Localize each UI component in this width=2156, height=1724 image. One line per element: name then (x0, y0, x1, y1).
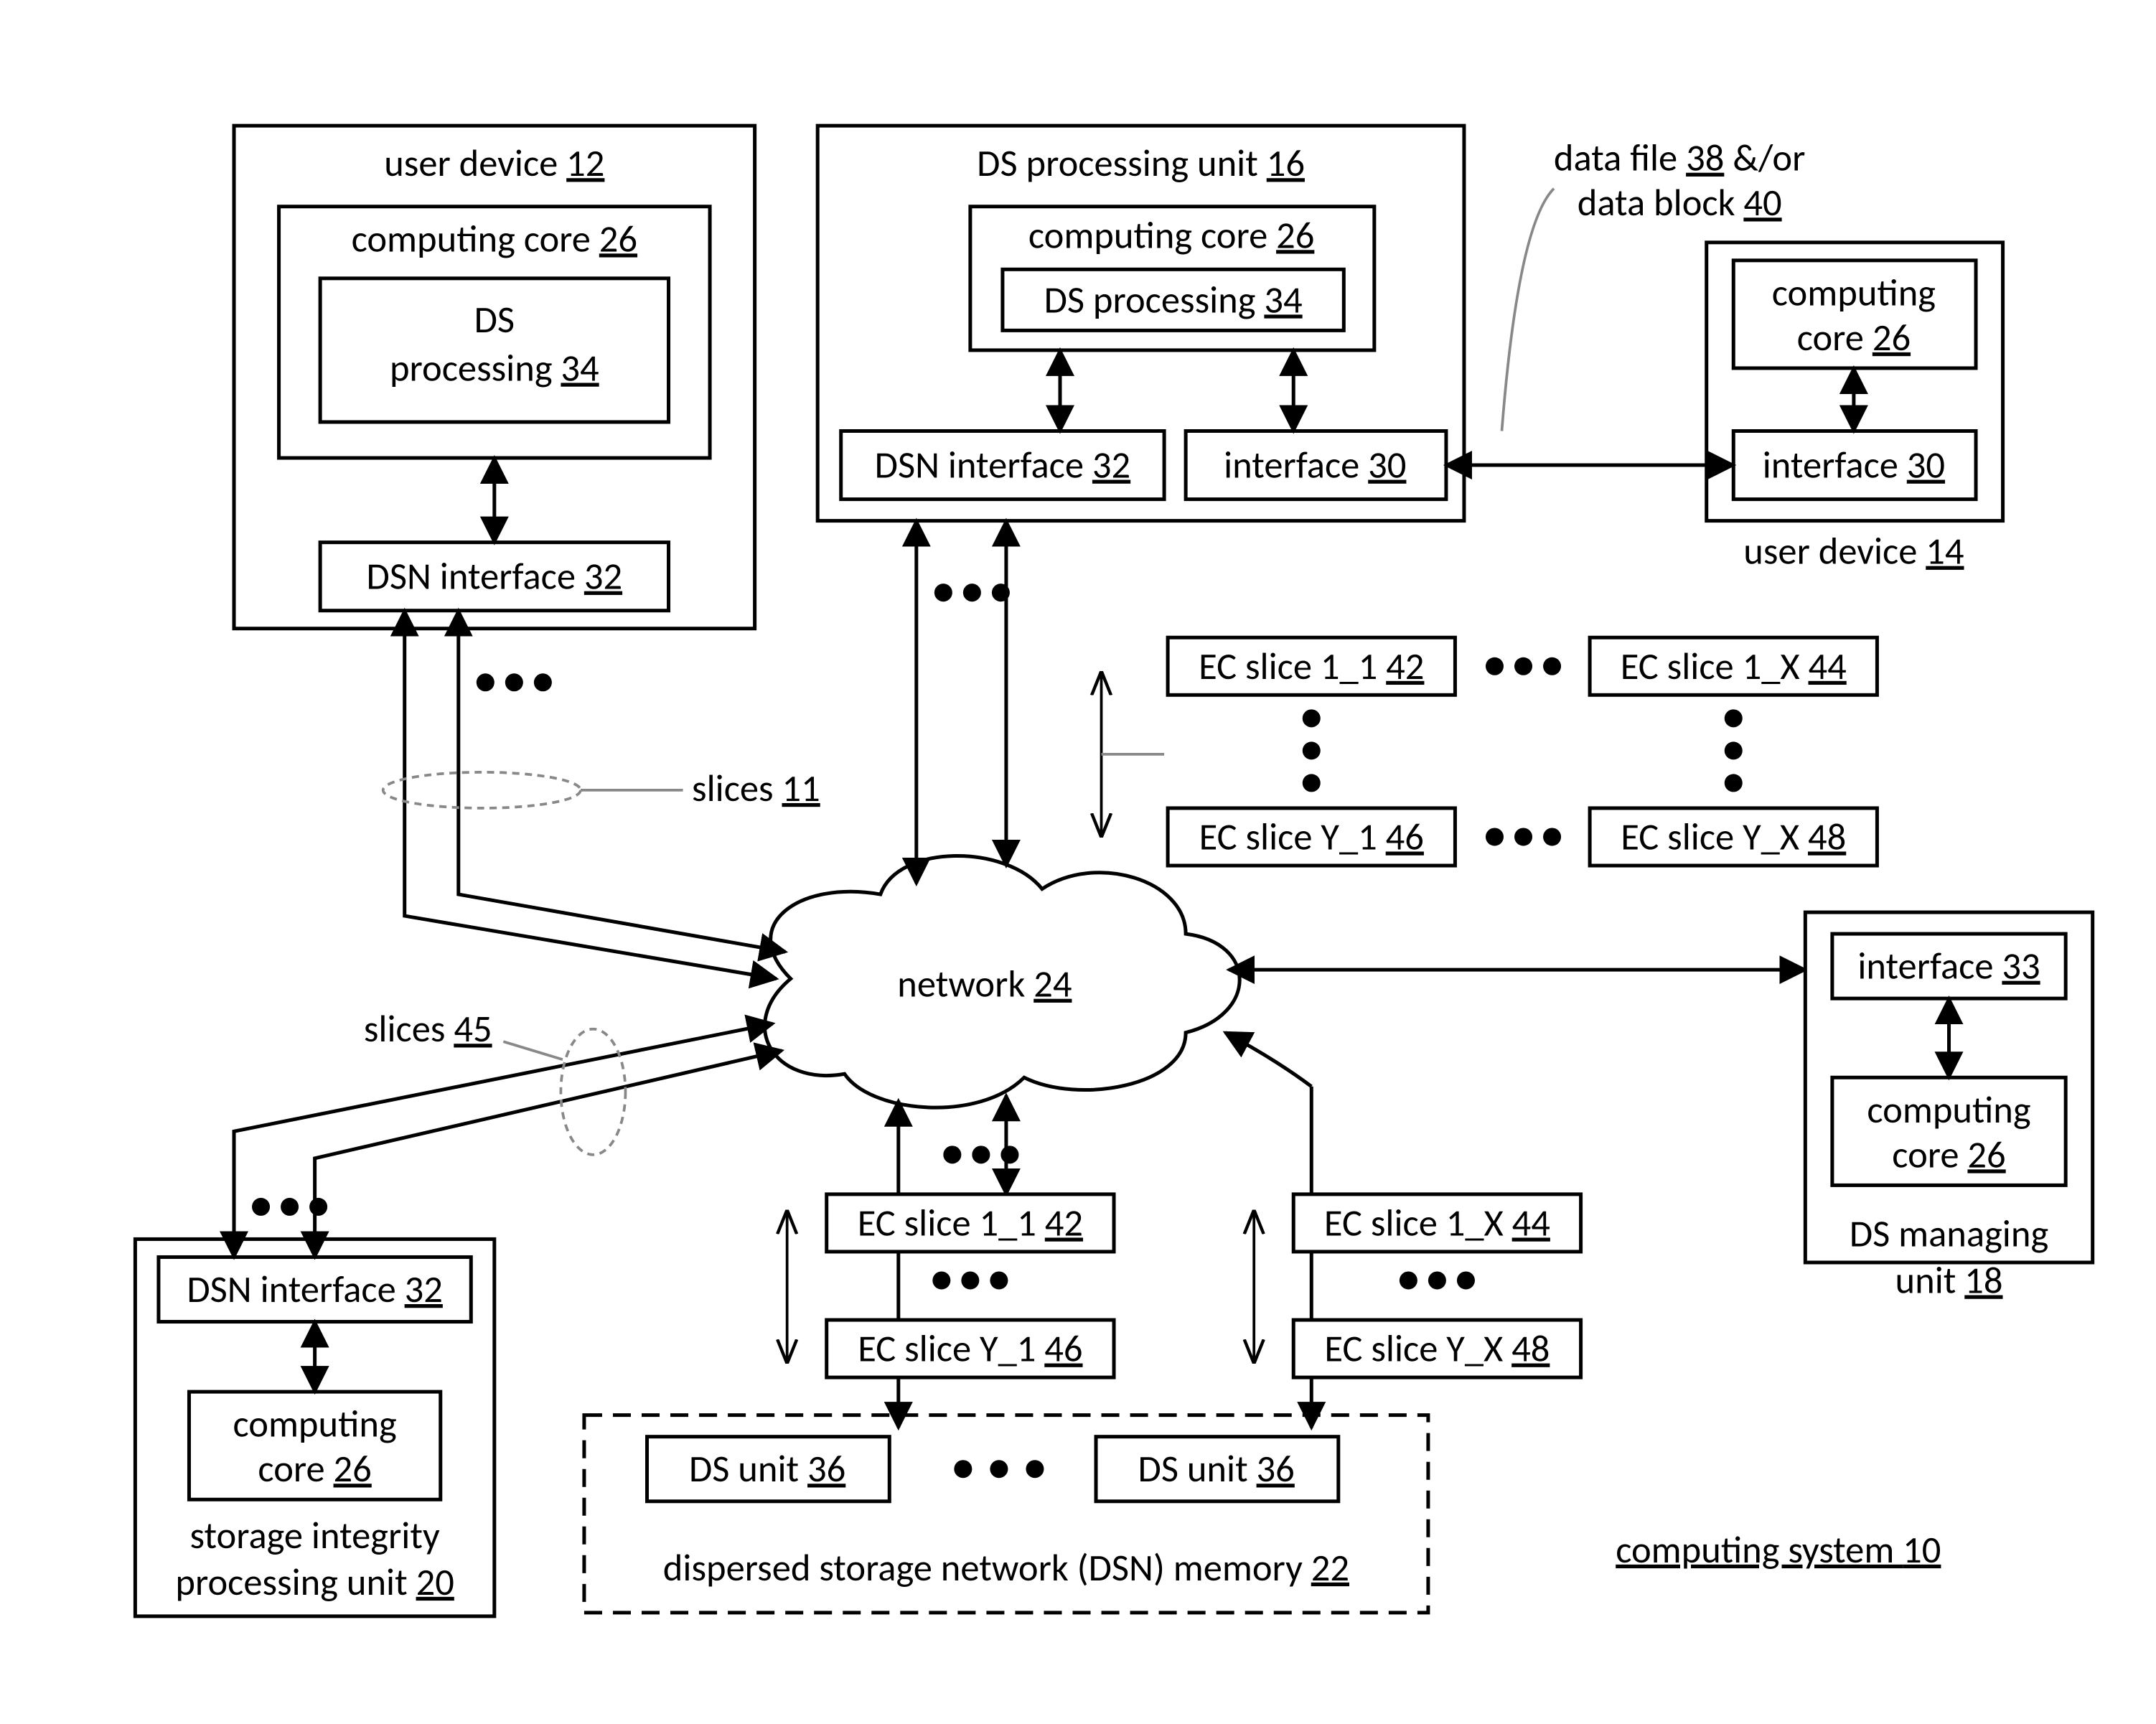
svg-text:dispersed storage network (DSN: dispersed storage network (DSN) memory 2… (663, 1545, 1349, 1591)
dsn-memory: DS unit 36 DS unit 36 dispersed storage … (584, 1415, 1428, 1613)
svg-text:DSN interface 32: DSN interface 32 (367, 554, 623, 600)
dsp34b-label: DS processing (1044, 277, 1265, 323)
svg-text:network 24: network 24 (897, 962, 1072, 1008)
sipu-links: slices 45 (234, 1006, 782, 1257)
if30c-ref: 30 (1907, 443, 1945, 489)
svg-text:processing unit 20: processing unit 20 (175, 1560, 454, 1606)
sipu-ref: 20 (416, 1560, 454, 1606)
ds-processing-34a-ref: 34 (561, 345, 599, 391)
dsmu-l2: unit (1895, 1258, 1965, 1304)
user-device-12-label: user device (384, 141, 566, 187)
storage-integrity-unit: DSN interface 32 computing core 26 stora… (135, 1239, 494, 1616)
sipu-l1: storage integrity (189, 1513, 439, 1559)
if33-label: interface (1857, 944, 2002, 990)
svg-text:computing core 26: computing core 26 (352, 216, 637, 262)
svg-text:DSN interface 32: DSN interface 32 (187, 1267, 443, 1313)
svg-text:user device 12: user device 12 (384, 141, 604, 187)
svg-text:interface 30: interface 30 (1224, 443, 1406, 489)
dsp34b-ref: 34 (1264, 277, 1302, 323)
cc26m-l2: core (1892, 1132, 1967, 1178)
svg-text:EC slice 1_X 44: EC slice 1_X 44 (1324, 1200, 1550, 1246)
svg-text:slices 45: slices 45 (364, 1006, 492, 1052)
system-label: computing system 10 (1616, 1527, 1941, 1573)
if30b-label: interface (1224, 443, 1368, 489)
computing-core-26a-ref: 26 (599, 216, 637, 262)
ds-processing-unit-16: DS processing unit 16 computing core 26 … (817, 126, 1464, 520)
cc26c-l1: computing (1772, 270, 1936, 316)
sipu-l2: processing unit (175, 1560, 416, 1606)
dsnif32s-ref: 32 (405, 1267, 443, 1313)
svg-text:EC slice Y_1 46: EC slice Y_1 46 (1199, 814, 1424, 860)
dsnif32b-ref: 32 (1092, 443, 1130, 489)
svg-text:DS unit 36: DS unit 36 (1138, 1446, 1295, 1492)
dsn-interface-32a-label: DSN interface (367, 554, 584, 600)
cc26s-ref: 26 (334, 1446, 372, 1492)
dsmu-ref: 18 (1964, 1258, 2002, 1304)
ud14-label: user device (1743, 529, 1926, 575)
cc26b-label: computing core (1028, 212, 1276, 258)
svg-text:interface 30: interface 30 (1763, 443, 1945, 489)
svg-text:EC slice Y_1 46: EC slice Y_1 46 (858, 1326, 1082, 1372)
user-device-12-ref: 12 (566, 141, 604, 187)
ec-slice-grid-upper: EC slice 1_1 42 EC slice 1_X 44 EC slice… (1102, 637, 1878, 866)
ds-managing-unit: interface 33 computing core 26 DS managi… (1805, 912, 2092, 1303)
dsnif32b-label: DSN interface (875, 443, 1092, 489)
cc26b-ref: 26 (1276, 212, 1314, 258)
svg-text:EC slice 1_1 42: EC slice 1_1 42 (858, 1200, 1083, 1246)
user-device-14: computing core 26 interface 30 user devi… (1707, 243, 2003, 575)
dsmu-l1: DS managing (1850, 1211, 2048, 1257)
diagram-canvas: user device 12 computing core 26 DS proc… (0, 0, 2156, 1724)
svg-text:core 26: core 26 (1892, 1132, 2005, 1178)
svg-text:EC slice 1_1 42: EC slice 1_1 42 (1199, 644, 1424, 690)
cc26m-ref: 26 (1967, 1132, 2005, 1178)
if30c-label: interface (1763, 443, 1907, 489)
svg-text:DS processing unit 16: DS processing unit 16 (977, 141, 1305, 187)
svg-text:slices 11: slices 11 (692, 766, 820, 812)
ds-processing-34a-l2: processing (390, 345, 561, 391)
user-device-12: user device 12 computing core 26 DS proc… (234, 126, 755, 629)
svg-text:EC slice 1_X 44: EC slice 1_X 44 (1621, 644, 1847, 690)
svg-text:user device 14: user device 14 (1743, 529, 1964, 575)
if30b-ref: 30 (1368, 443, 1406, 489)
cc26c-ref: 26 (1873, 315, 1911, 361)
cc26s-l2: core (258, 1446, 333, 1492)
ud14-ref: 14 (1926, 529, 1964, 575)
network-label: network (897, 962, 1034, 1008)
ds-processing-34a-l1: DS (474, 297, 515, 343)
svg-text:core 26: core 26 (258, 1446, 371, 1492)
svg-text:core 26: core 26 (1797, 315, 1911, 361)
cc26m-l1: computing (1867, 1087, 2030, 1133)
cc26s-l1: computing (233, 1402, 396, 1448)
dspu-16-label: DS processing unit (977, 141, 1267, 187)
network-ref: 24 (1034, 962, 1072, 1008)
svg-text:data file 38 &/or: data file 38 &/or (1554, 136, 1806, 182)
svg-text:computing core 26: computing core 26 (1028, 212, 1314, 258)
svg-text:DS processing 34: DS processing 34 (1044, 277, 1303, 323)
svg-text:interface 33: interface 33 (1857, 944, 2040, 990)
dsn-interface-32a-ref: 32 (584, 554, 622, 600)
svg-text:EC slice Y_X 48: EC slice Y_X 48 (1621, 814, 1846, 860)
svg-text:DS unit 36: DS unit 36 (689, 1446, 845, 1492)
svg-text:EC slice Y_X 48: EC slice Y_X 48 (1324, 1326, 1550, 1372)
svg-text:data block 40: data block 40 (1578, 180, 1782, 226)
network-cloud: network 24 (765, 856, 1240, 1108)
dsnif32s-label: DSN interface (187, 1267, 404, 1313)
cc26c-l2: core (1797, 315, 1873, 361)
svg-text:unit 18: unit 18 (1895, 1258, 2003, 1304)
if33-ref: 33 (2002, 944, 2040, 990)
dspu-16-ref: 16 (1267, 141, 1305, 187)
svg-text:processing 34: processing 34 (390, 345, 599, 391)
ec-slice-grid-lower: EC slice 1_1 42 EC slice Y_1 46 EC slice… (787, 1194, 1581, 1377)
computing-core-26a-label: computing core (352, 216, 599, 262)
svg-text:DSN interface 32: DSN interface 32 (875, 443, 1131, 489)
